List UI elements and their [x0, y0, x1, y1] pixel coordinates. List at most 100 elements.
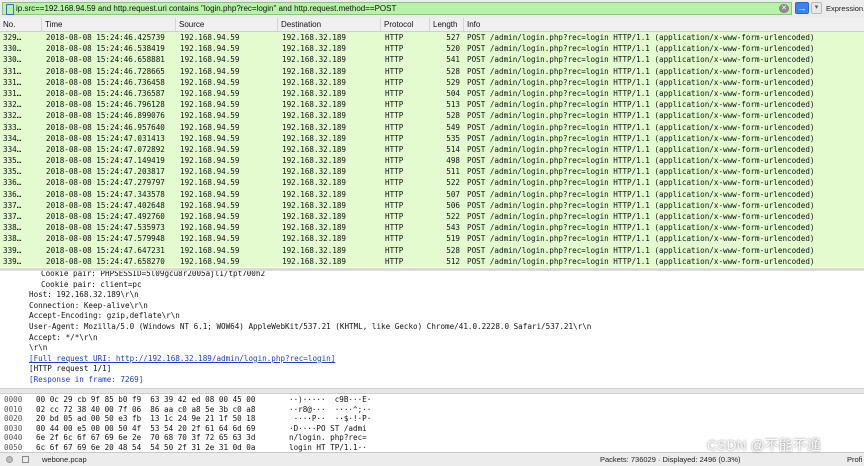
hex-row[interactable]: 0000 00 0c 29 cb 9f 85 b0 f9 63 39 42 ed … [0, 395, 864, 405]
packet-cell-info: POST /admin/login.php?rec=login HTTP/1.1… [467, 88, 815, 98]
packet-cell-info: POST /admin/login.php?rec=login HTTP/1.1… [467, 245, 815, 255]
packet-cell-dst: 192.168.32.189 [282, 133, 347, 143]
detail-line: Cookie pair: client=pc [41, 279, 142, 289]
packet-row[interactable]: 336… 2018-08-08 15:24:47.279797 192.168.94… [0, 177, 864, 189]
display-filter-input[interactable]: ip.src==192.168.94.59 and http.request.u… [2, 2, 792, 15]
csdn-watermark: CSDN @不能不通 [707, 437, 821, 453]
detail-line: User-Agent: Mozilla/5.0 (Windows NT 6.1;… [29, 322, 592, 331]
packet-cell-time: 2018-08-08 15:24:47.203817 [46, 167, 165, 177]
packet-cell-src: 192.168.94.59 [180, 77, 240, 87]
expression-button[interactable]: Expression... [826, 3, 864, 14]
packet-cell-src: 192.168.94.59 [180, 33, 240, 42]
packet-cell-dst: 192.168.32.189 [282, 256, 347, 266]
capture-comment-icon[interactable] [22, 456, 29, 463]
packet-cell-no: 337… [3, 200, 22, 210]
packet-row[interactable]: 331… 2018-08-08 15:24:46.736458 192.168.94… [0, 76, 864, 88]
column-header-source[interactable]: Source [176, 18, 278, 31]
packet-row[interactable]: 332… 2018-08-08 15:24:46.899076 192.168.94… [0, 110, 864, 122]
packet-cell-info: POST /admin/login.php?rec=login HTTP/1.1… [467, 200, 815, 210]
column-header-info[interactable]: Info [464, 18, 864, 31]
profile-label[interactable]: Profi [847, 453, 862, 466]
packet-cell-len: 528 [446, 245, 460, 255]
packet-row[interactable]: 338… 2018-08-08 15:24:47.535973 192.168.94… [0, 222, 864, 234]
packet-cell-dst: 192.168.32.189 [282, 223, 347, 233]
packet-cell-time: 2018-08-08 15:24:47.279797 [46, 178, 165, 188]
hex-ascii: n/login. php?rec= [289, 433, 367, 443]
packet-cell-no: 330… [3, 55, 22, 65]
packet-cell-src: 192.168.94.59 [180, 100, 240, 110]
packet-cell-time: 2018-08-08 15:24:46.957640 [46, 122, 165, 132]
packet-cell-time: 2018-08-08 15:24:47.031413 [46, 133, 165, 143]
packet-cell-proto: HTTP [385, 178, 404, 188]
expert-info-icon[interactable] [6, 456, 13, 463]
packet-row[interactable]: 339… 2018-08-08 15:24:47.658270 192.168.94… [0, 255, 864, 267]
packet-row[interactable]: 338… 2018-08-08 15:24:47.579948 192.168.94… [0, 233, 864, 245]
packet-row[interactable]: 337… 2018-08-08 15:24:47.402648 192.168.94… [0, 199, 864, 211]
packet-row[interactable]: 332… 2018-08-08 15:24:46.796128 192.168.94… [0, 99, 864, 111]
column-header-length[interactable]: Length [430, 18, 464, 31]
packet-cell-proto: HTTP [385, 256, 404, 266]
hex-row[interactable]: 0010 02 cc 72 38 40 00 7f 06 86 aa c0 a8 … [0, 405, 864, 415]
packet-cell-info: POST /admin/login.php?rec=login HTTP/1.1… [467, 189, 815, 199]
packet-cell-len: 543 [446, 223, 460, 233]
packet-row[interactable]: 335… 2018-08-08 15:24:47.203817 192.168.94… [0, 166, 864, 178]
packet-row[interactable]: 335… 2018-08-08 15:24:47.149419 192.168.94… [0, 155, 864, 167]
packet-cell-no: 334… [3, 133, 22, 143]
full-request-uri-link[interactable]: [Full request URI: http://192.168.32.189… [29, 354, 335, 365]
packet-cell-proto: HTTP [385, 88, 404, 98]
packet-row[interactable]: 333… 2018-08-08 15:24:46.957640 192.168.94… [0, 121, 864, 133]
packet-cell-len: 507 [446, 189, 460, 199]
clear-filter-icon[interactable]: ✕ [779, 4, 789, 13]
packet-cell-proto: HTTP [385, 133, 404, 143]
packet-cell-no: 334… [3, 144, 22, 154]
packet-cell-len: 522 [446, 212, 460, 221]
packet-row[interactable]: 331… 2018-08-08 15:24:46.736587 192.168.94… [0, 87, 864, 100]
packet-cell-len: 511 [446, 167, 460, 177]
packet-cell-dst: 192.168.32.189 [282, 178, 347, 188]
packet-cell-len: 535 [446, 133, 460, 143]
packet-row[interactable]: 337… 2018-08-08 15:24:47.492760 192.168.94… [0, 211, 864, 223]
hex-row[interactable]: 0030 00 44 00 e5 00 00 50 4f 53 54 20 2f … [0, 424, 864, 434]
hex-bytes: 20 bd 05 ad 00 50 e3 fb 13 1c 24 9e 21 1… [36, 414, 256, 424]
column-header-time[interactable]: Time [42, 18, 176, 31]
packet-row[interactable]: 336… 2018-08-08 15:24:47.343578 192.168.94… [0, 188, 864, 200]
packet-cell-proto: HTTP [385, 33, 404, 42]
packet-row[interactable]: 329… 2018-08-08 15:24:46.425739 192.168.94… [0, 32, 864, 44]
packet-cell-time: 2018-08-08 15:24:47.535973 [46, 223, 165, 233]
packet-cell-no: 336… [3, 178, 22, 188]
packet-row[interactable]: 330… 2018-08-08 15:24:46.658881 192.168.94… [0, 54, 864, 66]
packet-row[interactable]: 331… 2018-08-08 15:24:46.728665 192.168.94… [0, 65, 864, 77]
hex-row[interactable]: 0020 20 bd 05 ad 00 50 e3 fb 13 1c 24 9e … [0, 414, 864, 424]
packet-row[interactable]: 339… 2018-08-08 15:24:47.647231 192.168.94… [0, 244, 864, 256]
display-filter-text[interactable]: ip.src==192.168.94.59 and http.request.u… [16, 3, 396, 14]
packet-cell-proto: HTTP [385, 189, 404, 199]
hex-ascii: ··r8@··· ····^;·· [289, 404, 372, 414]
column-header-destination[interactable]: Destination [278, 18, 381, 31]
hex-offset: 0050 [4, 443, 23, 452]
apply-filter-button[interactable]: → [795, 2, 809, 14]
detail-line: Connection: Keep-alive\r\n [29, 300, 148, 310]
packet-row[interactable]: 334… 2018-08-08 15:24:47.072892 192.168.94… [0, 143, 864, 156]
packet-cell-no: 338… [3, 234, 22, 244]
detail-line: Host: 192.168.32.189\r\n [29, 290, 139, 300]
response-frame-link[interactable]: [Response in frame: 7269] [29, 375, 143, 386]
bookmark-icon[interactable] [6, 4, 14, 15]
packet-cell-src: 192.168.94.59 [180, 122, 240, 132]
packet-cell-dst: 192.168.32.189 [282, 111, 347, 121]
column-header-protocol[interactable]: Protocol [381, 18, 430, 31]
packet-list[interactable]: No. Time Source Destination Protocol Len… [0, 18, 864, 268]
packet-details-pane[interactable]: Cookie pair: PHPSESSID=5l09gcu8r2005ajl1… [0, 271, 864, 388]
column-header-no[interactable]: No. [0, 18, 42, 31]
packet-list-header: No. Time Source Destination Protocol Len… [0, 18, 864, 32]
filter-history-dropdown[interactable]: ▾ [811, 2, 822, 14]
packet-cell-info: POST /admin/login.php?rec=login HTTP/1.1… [467, 223, 815, 233]
packet-row[interactable]: 334… 2018-08-08 15:24:47.031413 192.168.94… [0, 132, 864, 144]
packet-cell-no: 332… [3, 100, 22, 110]
packet-cell-src: 192.168.94.59 [180, 256, 240, 266]
packet-cell-time: 2018-08-08 15:24:46.899076 [46, 111, 165, 121]
packet-cell-info: POST /admin/login.php?rec=login HTTP/1.1… [467, 234, 815, 244]
packet-row[interactable]: 330… 2018-08-08 15:24:46.538419 192.168.94… [0, 43, 864, 55]
packet-cell-time: 2018-08-08 15:24:47.072892 [46, 144, 165, 154]
hex-offset: 0010 [4, 404, 23, 414]
packet-cell-info: POST /admin/login.php?rec=login HTTP/1.1… [467, 100, 815, 110]
